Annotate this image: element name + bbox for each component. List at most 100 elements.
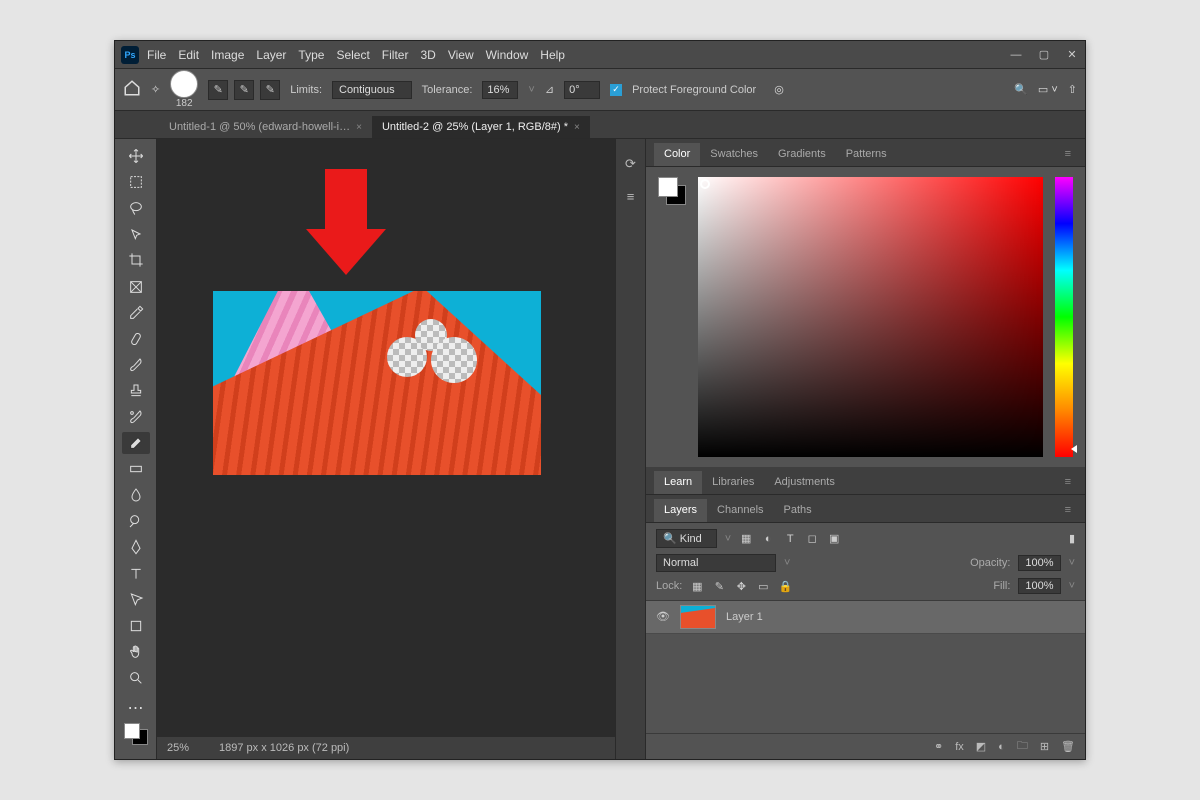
saturation-picker[interactable] bbox=[698, 177, 1043, 457]
edit-toolbar-button[interactable]: ⋯ bbox=[122, 697, 150, 719]
adjustment-layer-icon[interactable]: ◐ bbox=[998, 741, 1005, 753]
hue-slider[interactable] bbox=[1055, 177, 1073, 457]
window-minimize-button[interactable]: — bbox=[1009, 49, 1023, 61]
menu-3d[interactable]: 3D bbox=[420, 48, 435, 62]
frame-tool[interactable] bbox=[122, 275, 150, 297]
gradient-tool[interactable] bbox=[122, 458, 150, 480]
history-panel-icon[interactable]: ⟳ bbox=[622, 155, 640, 173]
path-select-tool[interactable] bbox=[122, 589, 150, 611]
tab-adjustments[interactable]: Adjustments bbox=[764, 471, 845, 494]
window-maximize-button[interactable]: ▢ bbox=[1037, 48, 1051, 61]
filter-type-icon[interactable]: T bbox=[783, 532, 797, 546]
layer-mask-icon[interactable]: ◩ bbox=[976, 740, 986, 753]
home-icon[interactable] bbox=[123, 79, 141, 100]
document-canvas[interactable] bbox=[213, 291, 541, 475]
tab-learn[interactable]: Learn bbox=[654, 471, 702, 494]
close-icon[interactable]: × bbox=[356, 122, 362, 133]
zoom-tool[interactable] bbox=[122, 667, 150, 689]
menu-help[interactable]: Help bbox=[540, 48, 565, 62]
group-layers-icon[interactable]: 🗀 bbox=[1017, 737, 1028, 756]
type-tool[interactable] bbox=[122, 563, 150, 585]
sampling-swatch-button[interactable]: ✎ bbox=[260, 80, 280, 100]
protect-fg-checkbox[interactable]: ✓ bbox=[610, 84, 622, 96]
lock-position-icon[interactable]: ✥ bbox=[734, 579, 748, 593]
visibility-icon[interactable]: 👁 bbox=[656, 610, 670, 624]
menu-select[interactable]: Select bbox=[336, 48, 369, 62]
menu-image[interactable]: Image bbox=[211, 48, 244, 62]
menu-view[interactable]: View bbox=[448, 48, 474, 62]
canvas[interactable]: 25% 1897 px x 1026 px (72 ppi) bbox=[157, 139, 615, 759]
pen-tool[interactable] bbox=[122, 536, 150, 558]
tool-preset-icon[interactable]: ✧ bbox=[151, 83, 160, 96]
lock-artboard-icon[interactable]: ▭ bbox=[756, 579, 770, 593]
layer-name[interactable]: Layer 1 bbox=[726, 611, 763, 623]
document-tab-2[interactable]: Untitled-2 @ 25% (Layer 1, RGB/8#) * × bbox=[372, 116, 590, 138]
panel-menu-icon[interactable]: ≡ bbox=[1059, 499, 1077, 522]
tab-libraries[interactable]: Libraries bbox=[702, 471, 764, 494]
color-swatch[interactable] bbox=[124, 723, 148, 745]
shape-tool[interactable] bbox=[122, 615, 150, 637]
menu-file[interactable]: File bbox=[147, 48, 166, 62]
angle-input[interactable]: 0° bbox=[564, 81, 600, 99]
link-layers-icon[interactable]: ⚭ bbox=[934, 740, 943, 753]
layer-row[interactable]: 👁 Layer 1 bbox=[646, 601, 1085, 634]
pressure-icon[interactable]: ◎ bbox=[774, 83, 784, 96]
brush-tool[interactable] bbox=[122, 354, 150, 376]
tolerance-input[interactable]: 16% bbox=[482, 81, 518, 99]
layer-filter-kind[interactable]: 🔍 Kind bbox=[656, 529, 717, 548]
menu-edit[interactable]: Edit bbox=[178, 48, 199, 62]
menu-type[interactable]: Type bbox=[298, 48, 324, 62]
document-tab-1[interactable]: Untitled-1 @ 50% (edward-howell-i… × bbox=[159, 116, 372, 138]
tab-paths[interactable]: Paths bbox=[774, 499, 822, 522]
tab-patterns[interactable]: Patterns bbox=[836, 143, 897, 166]
healing-tool[interactable] bbox=[122, 328, 150, 350]
zoom-level[interactable]: 25% bbox=[167, 742, 189, 754]
history-brush-tool[interactable] bbox=[122, 406, 150, 428]
eyedropper-tool[interactable] bbox=[122, 302, 150, 324]
blur-tool[interactable] bbox=[122, 484, 150, 506]
lock-transparent-icon[interactable]: ▦ bbox=[690, 579, 704, 593]
new-layer-icon[interactable]: ⊞ bbox=[1040, 740, 1049, 753]
hand-tool[interactable] bbox=[122, 641, 150, 663]
fill-input[interactable]: 100% bbox=[1018, 578, 1060, 594]
tab-gradients[interactable]: Gradients bbox=[768, 143, 836, 166]
filter-shape-icon[interactable]: ◻ bbox=[805, 532, 819, 546]
opacity-input[interactable]: 100% bbox=[1018, 555, 1060, 571]
brush-preview[interactable] bbox=[170, 70, 198, 98]
close-icon[interactable]: × bbox=[574, 122, 580, 133]
lock-all-icon[interactable]: 🔒 bbox=[778, 579, 792, 593]
move-tool[interactable] bbox=[122, 145, 150, 167]
filter-adjust-icon[interactable]: ◐ bbox=[761, 532, 775, 546]
menu-layer[interactable]: Layer bbox=[256, 48, 286, 62]
tab-layers[interactable]: Layers bbox=[654, 499, 707, 522]
workspace-icon[interactable]: ▭ ˅ bbox=[1038, 83, 1058, 96]
tab-swatches[interactable]: Swatches bbox=[700, 143, 768, 166]
sampling-continuous-button[interactable]: ✎ bbox=[208, 80, 228, 100]
eraser-tool[interactable] bbox=[122, 432, 150, 454]
menu-filter[interactable]: Filter bbox=[382, 48, 409, 62]
panel-menu-icon[interactable]: ≡ bbox=[1059, 471, 1077, 494]
sampling-once-button[interactable]: ✎ bbox=[234, 80, 254, 100]
lasso-tool[interactable] bbox=[122, 197, 150, 219]
layer-thumbnail[interactable] bbox=[680, 605, 716, 629]
filter-smart-icon[interactable]: ▣ bbox=[827, 532, 841, 546]
crop-tool[interactable] bbox=[122, 249, 150, 271]
properties-panel-icon[interactable]: ≡ bbox=[622, 187, 640, 205]
delete-layer-icon[interactable]: 🗑 bbox=[1061, 740, 1075, 753]
share-icon[interactable]: ⇧ bbox=[1068, 83, 1077, 96]
tab-color[interactable]: Color bbox=[654, 143, 700, 166]
filter-toggle[interactable]: ▮ bbox=[1069, 532, 1075, 545]
quick-select-tool[interactable] bbox=[122, 223, 150, 245]
panel-menu-icon[interactable]: ≡ bbox=[1059, 143, 1077, 166]
stamp-tool[interactable] bbox=[122, 380, 150, 402]
blend-mode-select[interactable]: Normal bbox=[656, 554, 776, 572]
foreground-color[interactable] bbox=[124, 723, 140, 739]
filter-pixel-icon[interactable]: ▦ bbox=[739, 532, 753, 546]
tab-channels[interactable]: Channels bbox=[707, 499, 773, 522]
panel-color-swatch[interactable] bbox=[658, 177, 686, 205]
window-close-button[interactable]: ✕ bbox=[1065, 48, 1079, 61]
menu-window[interactable]: Window bbox=[486, 48, 529, 62]
search-icon[interactable]: 🔍 bbox=[1014, 83, 1028, 96]
limits-select[interactable]: Contiguous bbox=[332, 81, 412, 99]
layer-fx-icon[interactable]: fx bbox=[955, 741, 964, 753]
